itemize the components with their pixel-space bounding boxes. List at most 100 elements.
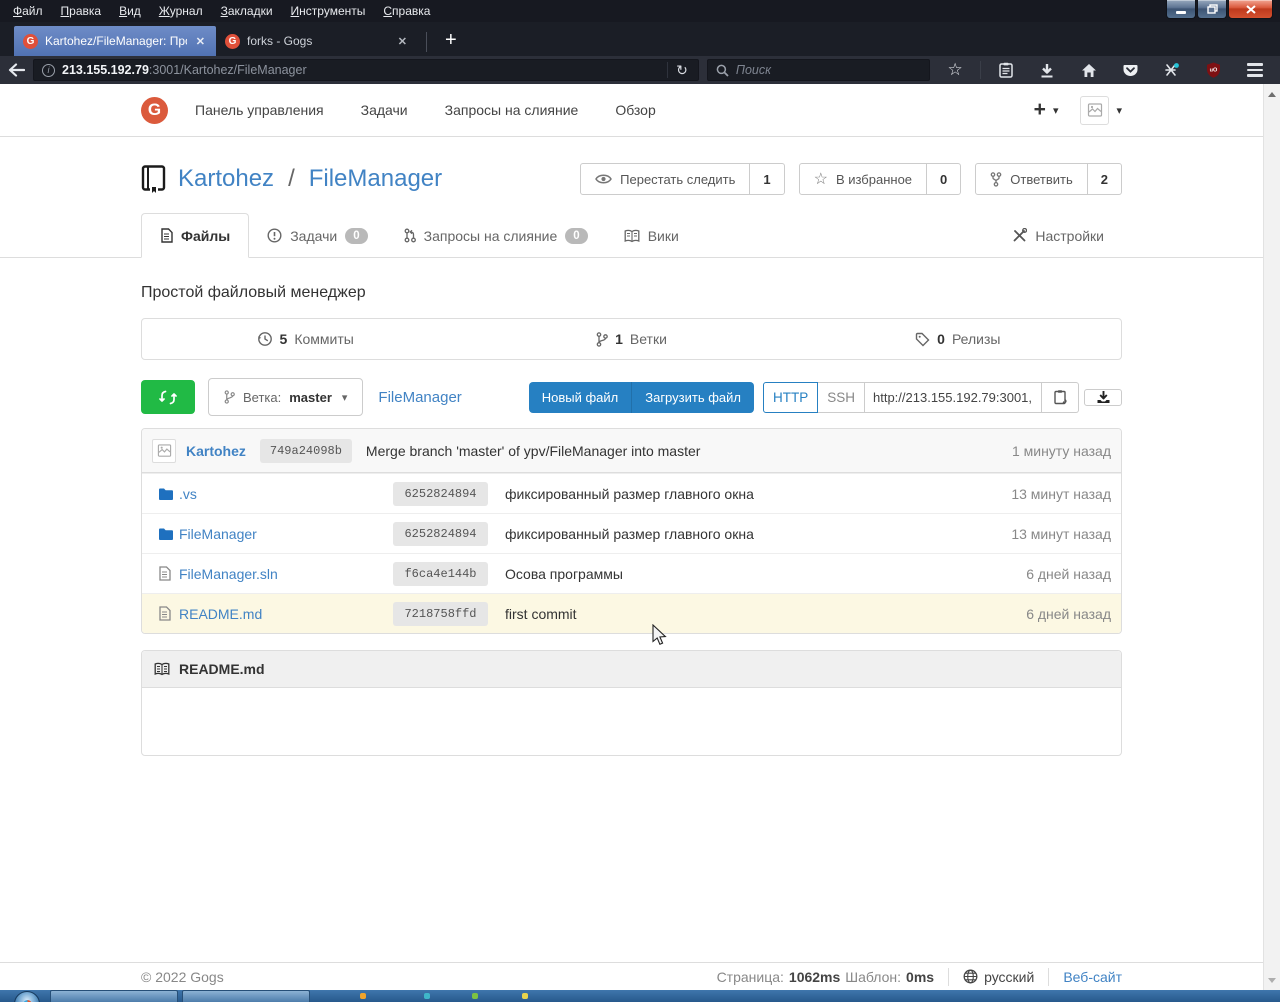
download-archive-button[interactable]: [1084, 389, 1122, 406]
readme-title: README.md: [179, 661, 265, 677]
repo-name-link[interactable]: FileManager: [309, 165, 442, 193]
taskbar-button[interactable]: [182, 990, 310, 1002]
commit-message: first commit: [505, 606, 1026, 622]
taskbar-icon[interactable]: [472, 993, 478, 999]
tab-pull-requests[interactable]: Запросы на слияние 0: [386, 213, 606, 258]
commit-hash-badge[interactable]: 6252824894: [393, 522, 488, 546]
tab-wiki[interactable]: Вики: [606, 213, 697, 258]
downloads-button[interactable]: [1030, 58, 1064, 82]
tab-files[interactable]: Файлы: [141, 213, 249, 258]
page-scrollbar[interactable]: [1263, 84, 1280, 990]
star-count[interactable]: 0: [926, 164, 960, 194]
menu-edit[interactable]: Правка: [52, 1, 111, 21]
watch-count[interactable]: 1: [749, 164, 783, 194]
commit-author-link[interactable]: Kartohez: [186, 443, 246, 459]
upload-file-button[interactable]: Загрузить файл: [631, 382, 754, 413]
url-bar[interactable]: i 213.155.192.79:3001/Kartohez/FileManag…: [33, 59, 699, 81]
ublock-button[interactable]: uO: [1197, 58, 1231, 82]
scroll-up-button[interactable]: [1264, 86, 1280, 102]
search-icon: [716, 64, 729, 77]
browser-tab-2[interactable]: G forks - Gogs ✕: [216, 26, 418, 56]
scroll-down-button[interactable]: [1264, 972, 1280, 988]
menu-bookmarks[interactable]: Закладки: [212, 1, 282, 21]
file-link[interactable]: README.md: [179, 606, 262, 622]
clone-url-input[interactable]: [865, 382, 1042, 413]
minimize-button[interactable]: [1166, 0, 1196, 19]
copy-url-button[interactable]: [1042, 382, 1079, 413]
globe-icon: [963, 969, 978, 984]
fork-count[interactable]: 2: [1087, 164, 1121, 194]
nav-explore[interactable]: Обзор: [615, 102, 655, 118]
download-icon: [1096, 390, 1111, 405]
file-icon: [158, 606, 171, 621]
page-time-value: 1062ms: [789, 969, 840, 985]
taskbar-icon[interactable]: [522, 993, 528, 999]
unwatch-button[interactable]: Перестать следить: [581, 164, 749, 194]
nav-dashboard[interactable]: Панель управления: [195, 102, 324, 118]
taskbar-icon[interactable]: [360, 993, 366, 999]
repo-owner-link[interactable]: Kartohez: [178, 165, 274, 193]
user-avatar[interactable]: [1080, 96, 1109, 125]
browser-tabbar: G Kartohez/FileManager: Прос ✕ G forks -…: [0, 22, 1280, 56]
commit-hash-badge[interactable]: 6252824894: [393, 482, 488, 506]
tab-close-icon[interactable]: ✕: [396, 35, 409, 48]
create-new-button[interactable]: +: [1034, 98, 1046, 122]
repo-path-link[interactable]: FileManager: [378, 389, 461, 406]
menu-button[interactable]: [1238, 58, 1272, 82]
menu-history[interactable]: Журнал: [150, 1, 212, 21]
commit-hash-badge[interactable]: 749a24098b: [260, 439, 352, 463]
chevron-down-icon: ▾: [342, 391, 348, 404]
start-button[interactable]: [14, 991, 40, 1002]
commit-hash-badge[interactable]: f6ca4e144b: [393, 562, 488, 586]
restore-button[interactable]: [1197, 0, 1227, 19]
releases-link[interactable]: 0Релизы: [795, 319, 1121, 359]
chevron-down-icon[interactable]: ▾: [1116, 104, 1122, 117]
compare-button[interactable]: [141, 380, 195, 414]
new-file-button[interactable]: Новый файл: [529, 382, 632, 413]
reload-button[interactable]: ↻: [668, 62, 696, 79]
file-link[interactable]: FileManager: [179, 526, 257, 542]
file-link[interactable]: FileManager.sln: [179, 566, 278, 582]
close-button[interactable]: [1228, 0, 1273, 19]
search-input[interactable]: [736, 63, 886, 77]
menu-help[interactable]: Справка: [374, 1, 439, 21]
gogs-favicon-icon: G: [23, 34, 38, 49]
search-box[interactable]: [707, 59, 930, 81]
commit-hash-badge[interactable]: 7218758ffd: [393, 602, 488, 626]
http-protocol-button[interactable]: HTTP: [763, 382, 818, 413]
readme-header: README.md: [142, 651, 1121, 688]
menu-file[interactable]: Файл: [4, 1, 52, 21]
back-button[interactable]: [8, 63, 25, 77]
star-button[interactable]: ☆ В избранное: [800, 164, 926, 194]
website-link[interactable]: Веб-сайт: [1063, 969, 1122, 985]
nav-pull-requests[interactable]: Запросы на слияние: [445, 102, 579, 118]
file-link[interactable]: .vs: [179, 486, 197, 502]
commit-author-avatar[interactable]: [152, 439, 176, 463]
tab-close-icon[interactable]: ✕: [194, 35, 207, 48]
tab-issues[interactable]: Задачи 0: [249, 213, 385, 258]
menu-tools[interactable]: Инструменты: [282, 1, 375, 21]
commits-link[interactable]: 5Коммиты: [142, 319, 468, 359]
new-tab-button[interactable]: +: [435, 30, 467, 56]
language-dropdown[interactable]: русский: [963, 969, 1034, 985]
footer-divider: [1048, 968, 1049, 986]
home-button[interactable]: [1072, 58, 1106, 82]
browser-tab-active[interactable]: G Kartohez/FileManager: Прос ✕: [14, 26, 216, 56]
pocket-button[interactable]: [1114, 58, 1148, 82]
taskbar-button[interactable]: [50, 990, 178, 1002]
nav-issues[interactable]: Задачи: [361, 102, 408, 118]
bookmark-star-button[interactable]: ☆: [938, 58, 972, 82]
gogs-logo-icon[interactable]: G: [141, 97, 168, 124]
repo-stats-bar: 5Коммиты 1Ветки 0Релизы: [141, 318, 1122, 360]
chevron-down-icon[interactable]: ▾: [1053, 104, 1059, 117]
site-info-icon[interactable]: i: [42, 64, 55, 77]
menu-view[interactable]: Вид: [110, 1, 150, 21]
taskbar-icon[interactable]: [424, 993, 430, 999]
ssh-protocol-button[interactable]: SSH: [818, 382, 865, 413]
reading-list-button[interactable]: [989, 58, 1023, 82]
branch-dropdown[interactable]: Ветка: master ▾: [208, 378, 363, 416]
fork-button[interactable]: Ответвить: [976, 164, 1086, 194]
branches-link[interactable]: 1Ветки: [468, 319, 794, 359]
tab-settings[interactable]: Настройки: [994, 213, 1122, 258]
extension-button[interactable]: [1155, 58, 1189, 82]
